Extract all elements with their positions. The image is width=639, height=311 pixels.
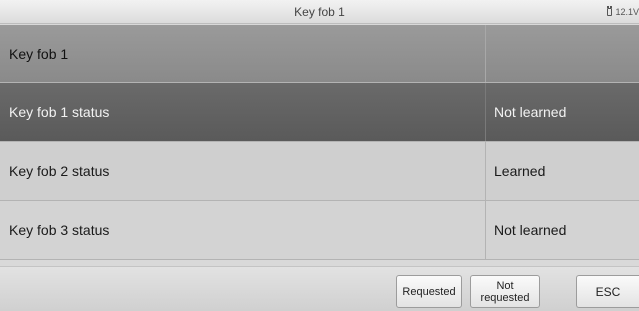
table-row-key-fob-1-status[interactable]: Key fob 1 status Not learned (0, 83, 639, 142)
page-title: Key fob 1 (294, 5, 345, 19)
row-value: Learned (494, 163, 546, 179)
row-value: Not learned (494, 104, 567, 120)
row-label: Key fob 3 status (0, 201, 486, 259)
status-table: Key fob 1 Key fob 1 status Not learned K… (0, 25, 639, 260)
row-value: Not learned (494, 222, 567, 238)
table-header-label: Key fob 1 (0, 25, 486, 82)
row-label: Key fob 1 status (0, 83, 486, 141)
battery-status: 12.1V (607, 5, 639, 19)
footer-toolbar: Requested Not requested ESC (0, 266, 639, 311)
esc-button[interactable]: ESC (576, 275, 639, 308)
table-header-row: Key fob 1 (0, 25, 639, 83)
battery-icon (607, 6, 613, 16)
battery-voltage: 12.1V (615, 7, 639, 17)
table-row-key-fob-3-status[interactable]: Key fob 3 status Not learned (0, 201, 639, 260)
table-header-value (486, 25, 639, 82)
requested-button[interactable]: Requested (396, 275, 462, 308)
table-row-key-fob-2-status[interactable]: Key fob 2 status Learned (0, 142, 639, 201)
row-label: Key fob 2 status (0, 142, 486, 200)
title-bar: Key fob 1 12.1V (0, 0, 639, 24)
key-fob-screen: Key fob 1 12.1V Key fob 1 Key fob 1 stat… (0, 0, 639, 311)
not-requested-label: Not requested (480, 279, 530, 304)
not-requested-button[interactable]: Not requested (470, 275, 540, 308)
